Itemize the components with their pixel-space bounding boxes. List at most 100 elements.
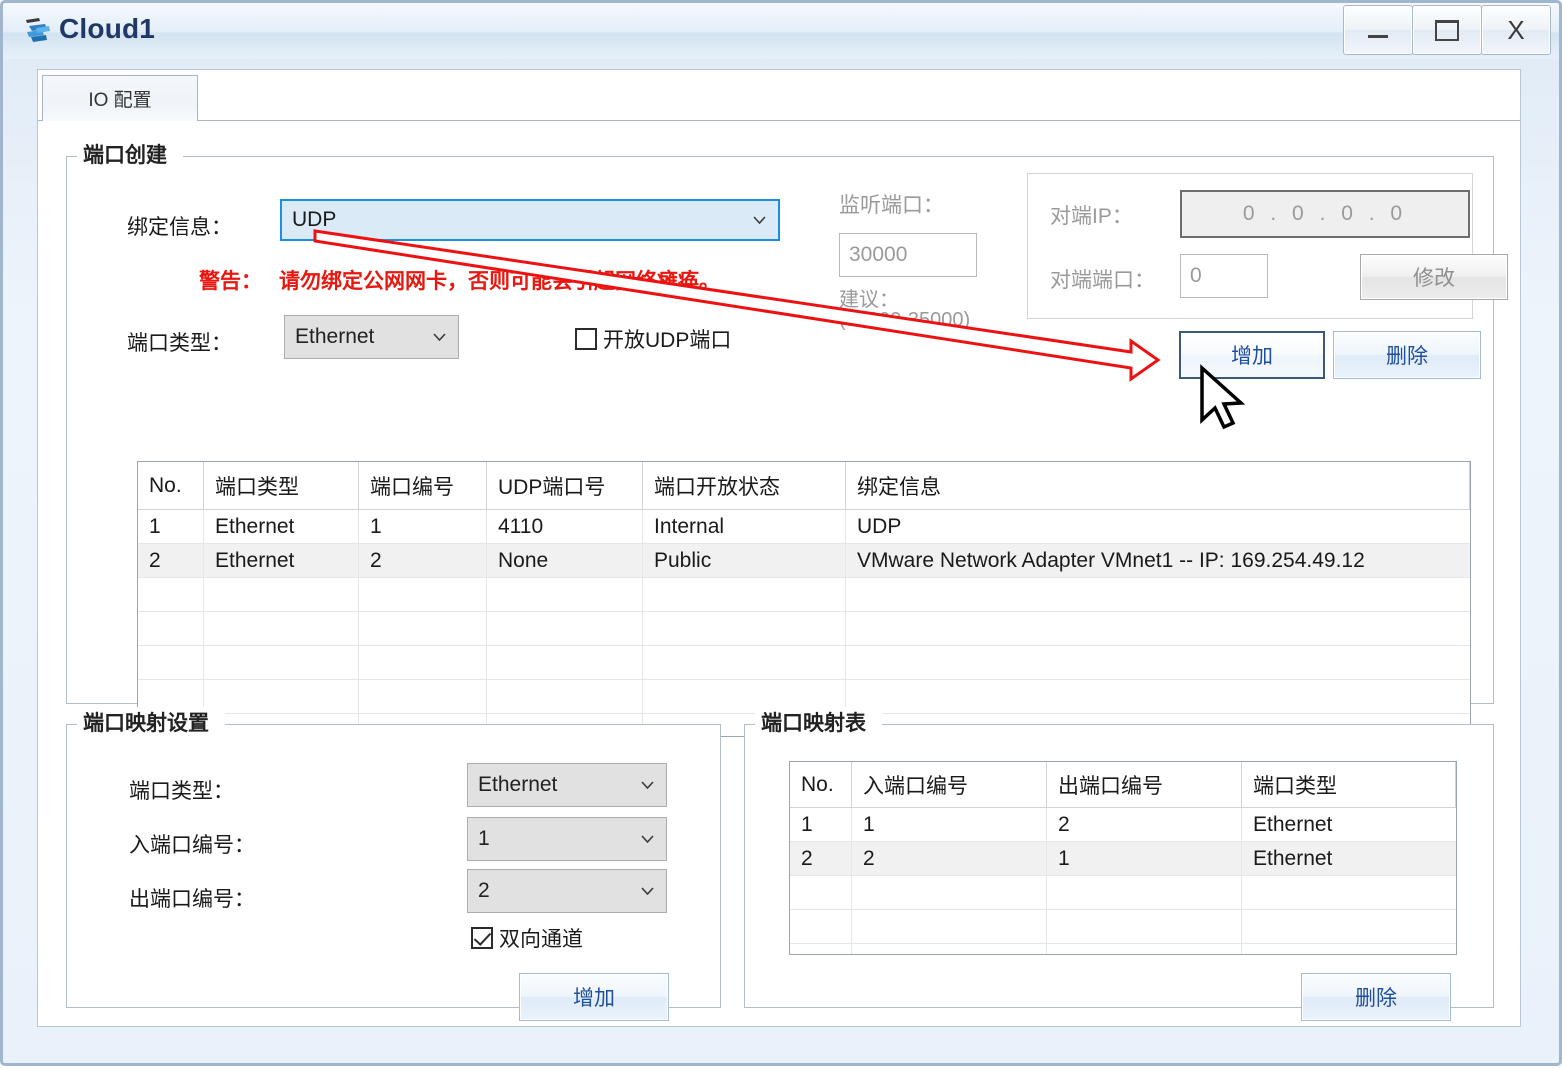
minimize-button[interactable] [1343,5,1413,55]
port-table-header-type: 端口类型 [204,462,359,509]
port-row-no: 2 [138,544,204,577]
mapping-out-port-label: 出端口编号： [129,888,255,911]
listen-port-input[interactable]: 30000 [839,233,977,277]
tab-strip: IO 配置 [38,70,1520,121]
table-row-empty[interactable] [138,612,1470,646]
port-row-type: Ethernet [204,544,359,577]
binding-info-value: UDP [292,208,337,231]
add-port-button[interactable]: 增加 [1179,331,1325,379]
suggest-range: (30000-35000) [839,309,971,331]
port-type-combobox[interactable]: Ethernet [284,315,459,359]
table-row-empty[interactable] [790,910,1456,944]
port-creation-group-title: 端口创建 [77,139,183,169]
close-icon: X [1507,14,1525,45]
peer-port-value: 0 [1190,264,1202,287]
port-table-header-no: No. [138,462,204,509]
mapping-in-port-combobox[interactable]: 1 [467,817,667,861]
warning-label: 警告： [199,270,262,293]
mapping-delete-button[interactable]: 删除 [1301,973,1451,1021]
mapping-row-no: 2 [790,842,852,875]
port-creation-group: 端口创建 绑定信息： UDP 警告： 请勿绑定公网网卡，否则可能会引起网络瘫痪。… [66,139,1508,737]
port-row-state: Internal [643,510,846,543]
window-controls: X [1343,5,1551,55]
tab-io-config[interactable]: IO 配置 [42,75,198,121]
peer-panel: 对端IP： 0 . 0 . 0 . 0 对端端口： 0 修改 [1027,173,1508,319]
suggest-label: 建议： [839,289,899,311]
peer-port-label: 对端端口： [1050,269,1155,292]
mapping-settings-group-title: 端口映射设置 [77,707,225,737]
port-row-udp: 4110 [487,510,643,543]
port-row-udp: None [487,544,643,577]
mapping-out-port-value: 2 [478,879,490,902]
mapping-settings-group: 端口映射设置 端口类型： Ethernet 入端口编号： 1 出端口编号： 2 … [66,707,721,1021]
bidirectional-channel-checkbox[interactable]: 双向通道 [471,923,583,953]
port-table-header-binding: 绑定信息 [846,462,1470,509]
modify-button[interactable]: 修改 [1360,254,1508,300]
mapping-port-type-combobox[interactable]: Ethernet [467,763,667,807]
listen-port-value: 30000 [849,243,908,266]
port-row-number: 2 [359,544,487,577]
table-row[interactable]: 2 Ethernet 2 None Public VMware Network … [138,544,1470,578]
chevron-down-icon [641,887,654,895]
table-row-empty[interactable] [790,944,1456,954]
mapping-header-no: No. [790,762,852,807]
mapping-add-button[interactable]: 增加 [519,973,669,1021]
open-udp-port-checkbox[interactable]: 开放UDP端口 [575,324,731,354]
mapping-in-port-label: 入端口编号： [129,834,255,857]
mapping-row-no: 1 [790,808,852,841]
port-row-binding: UDP [857,514,902,538]
tab-baseline [38,120,1520,121]
mapping-port-type-value: Ethernet [478,773,558,796]
port-table-header-state: 端口开放状态 [643,462,846,509]
window-title: Cloud1 [59,13,156,44]
mapping-add-button-label: 增加 [573,987,615,1010]
tab-io-config-label: IO 配置 [88,90,152,111]
title-bar: Cloud1 X [3,3,1559,59]
modify-button-label: 修改 [1413,267,1455,290]
port-table-header-udp: UDP端口号 [487,462,643,509]
table-row[interactable]: 2 2 1 Ethernet [790,842,1456,876]
port-type-label: 端口类型： [127,332,232,355]
mapping-table[interactable]: No. 入端口编号 出端口编号 端口类型 1 1 2 Ethernet 2 2 … [789,761,1457,955]
mapping-row-type: Ethernet [1253,846,1333,870]
delete-port-button-label: 删除 [1386,345,1428,368]
mapping-header-out: 出端口编号 [1047,762,1242,807]
mapping-in-port-value: 1 [478,827,490,850]
table-row[interactable]: 1 1 2 Ethernet [790,808,1456,842]
port-row-state: Public [643,544,846,577]
close-button[interactable]: X [1481,5,1551,55]
mapping-header-in: 入端口编号 [852,762,1047,807]
port-row-type: Ethernet [204,510,359,543]
binding-info-label: 绑定信息： [127,216,232,239]
mapping-row-out: 1 [1047,842,1242,875]
port-row-binding: VMware Network Adapter VMnet1 -- IP: 169… [857,548,1365,572]
mapping-row-in: 2 [852,842,1047,875]
table-row-empty[interactable] [790,876,1456,910]
mapping-table-group: 端口映射表 No. 入端口编号 出端口编号 端口类型 1 1 2 Etherne… [744,707,1494,1021]
group-title-slash [187,139,213,169]
peer-port-input[interactable]: 0 [1180,254,1268,298]
mapping-out-port-combobox[interactable]: 2 [467,869,667,913]
minimize-icon [1368,34,1388,38]
port-row-number: 1 [359,510,487,543]
group-title-slash [895,707,921,737]
maximize-icon [1435,19,1459,41]
mapping-table-group-title: 端口映射表 [755,707,882,737]
cloud-icon [26,18,50,42]
peer-ip-label: 对端IP： [1050,205,1133,228]
port-table[interactable]: No. 端口类型 端口编号 UDP端口号 端口开放状态 绑定信息 1 Ether… [137,461,1471,737]
table-row-empty[interactable] [138,646,1470,680]
tab-active-underlay [43,120,197,121]
chevron-down-icon [433,333,446,341]
delete-port-button[interactable]: 删除 [1333,331,1481,379]
open-udp-port-checkbox-box [575,328,597,350]
port-type-value: Ethernet [295,325,375,348]
chevron-down-icon [641,835,654,843]
warning-text: 请勿绑定公网网卡，否则可能会引起网络瘫痪。 [279,270,720,293]
open-udp-port-label: 开放UDP端口 [603,329,732,352]
table-row[interactable]: 1 Ethernet 1 4110 Internal UDP [138,510,1470,544]
binding-info-combobox[interactable]: UDP [280,199,780,241]
table-row-empty[interactable] [138,578,1470,612]
maximize-button[interactable] [1412,5,1482,55]
peer-ip-input[interactable]: 0 . 0 . 0 . 0 [1180,190,1470,238]
